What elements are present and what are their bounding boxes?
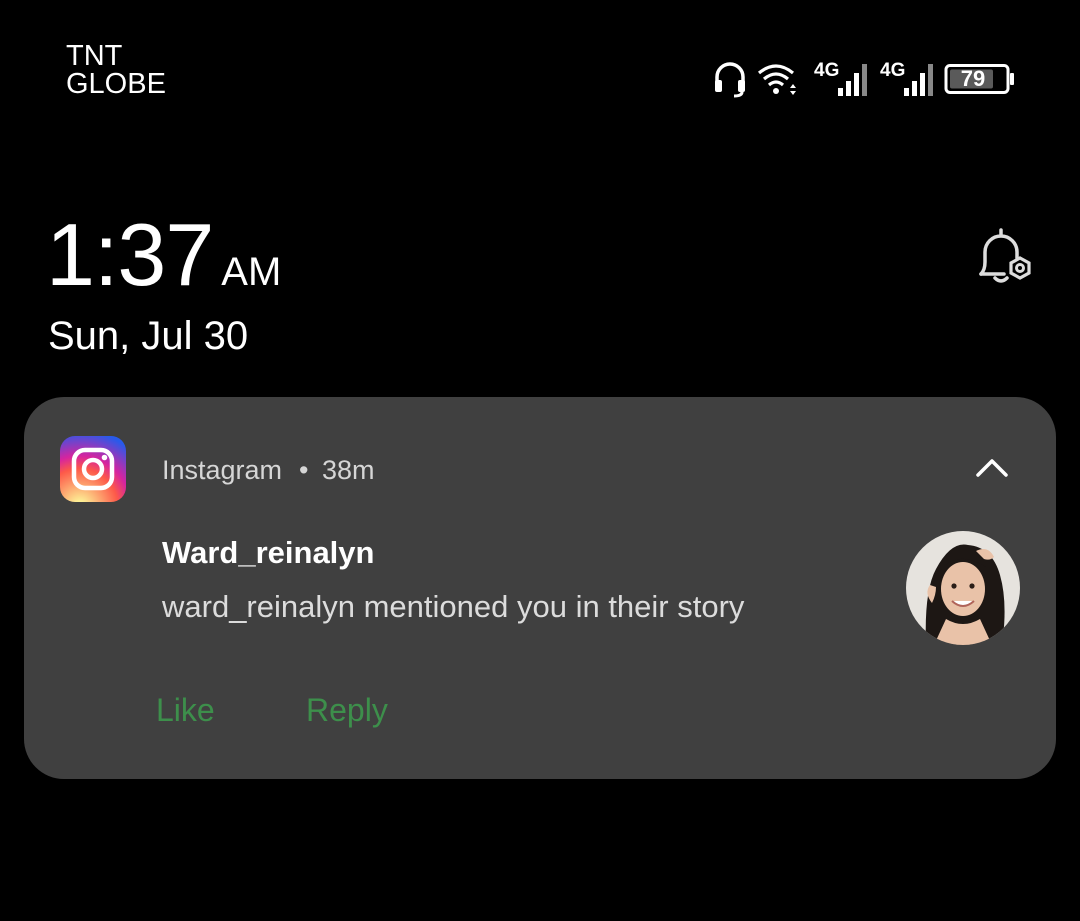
chevron-up-icon[interactable] — [974, 453, 1010, 483]
avatar — [906, 531, 1020, 645]
notification-sender: Ward_reinalyn — [162, 535, 375, 570]
carrier-1: TNT — [66, 40, 123, 72]
status-icons: 4G 4G 79 — [712, 58, 1022, 100]
reply-button[interactable]: Reply — [306, 692, 388, 729]
network-label-1: 4G — [814, 60, 839, 81]
headset-icon — [715, 62, 745, 98]
clock-time: 1:37 — [46, 205, 214, 304]
lockscreen-date: Sun, Jul 30 — [48, 314, 249, 358]
like-button[interactable]: Like — [156, 692, 215, 729]
carrier-2: GLOBE — [66, 68, 166, 100]
clock-ampm: AM — [221, 250, 282, 294]
notification-time: 38m — [322, 455, 375, 485]
wifi-icon — [757, 64, 796, 95]
lockscreen-clock: 1:37 AM — [46, 205, 281, 305]
instagram-icon — [60, 436, 126, 502]
battery-level: 79 — [960, 66, 986, 91]
notification-app-name: Instagram — [162, 455, 283, 485]
signal-icon-2: 4G — [880, 60, 933, 96]
notification-message: ward_reinalyn mentioned you in their sto… — [162, 589, 745, 624]
network-label-2: 4G — [880, 60, 905, 81]
carrier-labels: TNT GLOBE — [66, 40, 166, 100]
meta-separator: • — [299, 455, 309, 485]
notification-card[interactable]: Instagram • 38m Ward_reinalyn ward_reina… — [24, 397, 1056, 779]
signal-icon-1: 4G — [814, 60, 867, 96]
bell-settings-icon[interactable] — [972, 224, 1038, 290]
